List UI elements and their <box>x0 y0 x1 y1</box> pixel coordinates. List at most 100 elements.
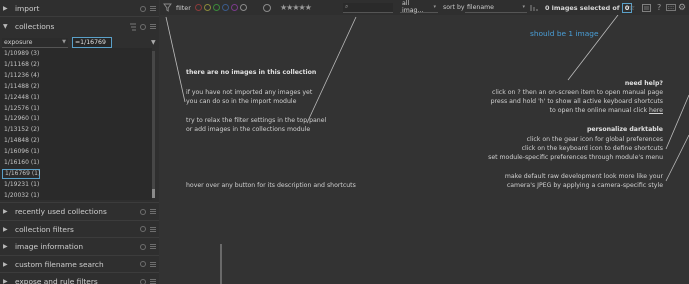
divider <box>0 16 159 17</box>
rule-value-input[interactable]: =1/16769 <box>72 37 112 48</box>
personalize-line: click on the keyboard icon to define sho… <box>521 145 663 152</box>
sort-select[interactable]: filename ▾ <box>465 0 527 15</box>
reset-circle-icon[interactable] <box>139 260 147 268</box>
filter-label: filter <box>176 3 191 12</box>
personalize-title: personalize darktable <box>586 126 663 133</box>
module-header[interactable]: ▶ custom filename search <box>0 257 159 272</box>
reset-circle-icon[interactable] <box>139 278 147 284</box>
reset-circle-icon[interactable] <box>139 5 147 13</box>
empty-hint-line: you can do so in the import module <box>186 98 297 105</box>
collection-item[interactable]: 1/12448 (1) <box>2 93 150 103</box>
triangle-right-icon: ▶ <box>3 278 8 284</box>
grouping-icon[interactable] <box>642 0 651 15</box>
empty-collection-title: there are no images in this collection <box>186 69 317 76</box>
presets-menu-icon[interactable] <box>149 5 157 13</box>
collection-item[interactable]: 1/13152 (2) <box>2 125 150 135</box>
module-header[interactable]: ▶ collection filters <box>0 222 159 237</box>
help-line-text: to open the online manual click <box>549 107 650 114</box>
color-label-filters <box>195 0 249 15</box>
presets-menu-icon[interactable] <box>149 278 157 284</box>
star-toolbar-icon[interactable]: ☆ <box>628 0 635 15</box>
rating-stars[interactable]: ★★★★★ <box>280 0 312 15</box>
triangle-right-icon: ▶ <box>3 243 8 251</box>
rule-property-select[interactable]: exposure ▼ <box>2 37 68 48</box>
online-manual-link[interactable]: here <box>649 107 663 114</box>
reset-circle-icon[interactable] <box>139 23 147 31</box>
filter-value: all imag... <box>402 0 424 14</box>
arrow-to-help <box>567 15 619 81</box>
collection-item[interactable]: 1/11488 (2) <box>2 82 150 92</box>
reset-circle-icon[interactable] <box>139 243 147 251</box>
presets-menu-icon[interactable] <box>149 243 157 251</box>
images-selected-text: 0 images selected of <box>545 3 620 12</box>
collection-item[interactable]: 1/16096 (1) <box>2 147 150 157</box>
module-header[interactable]: ▶ image information <box>0 239 159 254</box>
filter-funnel-icon[interactable] <box>163 0 172 15</box>
chevron-down-icon: ▼ <box>62 39 66 45</box>
triangle-right-icon: ▶ <box>3 208 8 215</box>
all-labels-icon[interactable] <box>240 4 247 11</box>
collection-item[interactable]: 1/20032 (1) <box>2 191 150 201</box>
chevron-down-icon: ▾ <box>433 4 436 10</box>
reject-circle-icon[interactable] <box>263 0 271 15</box>
purple-label-icon[interactable] <box>231 4 238 11</box>
relax-hint-line: or add images in the collections module <box>186 126 311 133</box>
module-header[interactable]: ▶ expose and rule filters <box>0 274 159 284</box>
star-icon: ★★★★★ <box>280 3 312 12</box>
sort-icon[interactable] <box>129 23 137 31</box>
reset-circle-icon[interactable] <box>139 225 147 233</box>
scrollbar-thumb[interactable] <box>152 189 155 198</box>
rule-property-value: exposure <box>4 38 33 46</box>
reset-circle-icon[interactable] <box>139 208 147 216</box>
collection-item[interactable]: 1/10989 (3) <box>2 49 150 59</box>
presets-menu-icon[interactable] <box>149 208 157 216</box>
list-scrollbar[interactable] <box>152 51 155 198</box>
help-line: press and hold 'h' to show all active ke… <box>490 98 663 105</box>
collection-item[interactable]: 1/14848 (2) <box>2 136 150 146</box>
personalize-line: set module-specific preferences through … <box>488 154 663 161</box>
divider <box>0 219 159 221</box>
module-label: collection filters <box>15 224 74 234</box>
gear-icon[interactable]: ⚙ <box>678 0 686 15</box>
sort-direction-icon[interactable] <box>530 0 538 15</box>
module-import[interactable]: ▶ import <box>0 1 159 16</box>
sort-label: sort by <box>443 4 465 11</box>
keyboard-icon[interactable] <box>666 0 676 15</box>
triangle-right-icon: ▶ <box>3 225 8 233</box>
blue-label-icon[interactable] <box>222 4 229 11</box>
module-collections[interactable]: ▼ collections <box>0 19 159 34</box>
images-selected-status: 0 images selected of 0 <box>545 0 633 15</box>
collection-item[interactable]: 1/11168 (2) <box>2 60 150 70</box>
top-toolbar: filter ★★★★★ ⌕ all imag... ▾ sort by fil… <box>160 0 689 15</box>
module-label: collections <box>15 22 55 31</box>
chevron-down-icon: ▾ <box>522 4 525 10</box>
rule-menu-icon[interactable]: ▼ <box>151 39 156 46</box>
green-label-icon[interactable] <box>213 4 220 11</box>
sort-value: filename <box>467 3 494 11</box>
raw-style-line: make default raw development look more l… <box>504 173 663 180</box>
collection-item-selected[interactable]: 1/16769 (1) <box>2 168 40 179</box>
collection-item[interactable]: 1/12576 (1) <box>2 104 150 114</box>
red-label-icon[interactable] <box>195 4 202 11</box>
raw-style-line: camera's JPEG by applying a camera-speci… <box>506 182 663 189</box>
filter-select[interactable]: all imag... ▾ <box>400 0 438 15</box>
collection-item[interactable]: 1/19231 (1) <box>2 180 150 190</box>
collection-item[interactable]: 1/12960 (1) <box>2 114 150 124</box>
presets-menu-icon[interactable] <box>149 260 157 268</box>
help-title: need help? <box>624 80 663 87</box>
module-header[interactable]: ▶ recently used collections <box>0 204 159 219</box>
arrow-to-collections <box>165 16 186 103</box>
module-label: recently used collections <box>15 207 107 216</box>
yellow-label-icon[interactable] <box>204 4 211 11</box>
collection-item[interactable]: 1/16160 (1) <box>2 158 150 168</box>
module-label: import <box>15 4 40 13</box>
presets-menu-icon[interactable] <box>149 23 157 31</box>
search-field[interactable]: ⌕ <box>343 0 393 15</box>
triangle-down-icon: ▼ <box>3 23 8 30</box>
module-label: image information <box>15 242 84 252</box>
divider <box>0 202 159 203</box>
divider <box>0 272 159 274</box>
presets-menu-icon[interactable] <box>149 225 157 233</box>
help-icon[interactable]: ? <box>657 0 661 15</box>
collection-item[interactable]: 1/11236 (4) <box>2 71 150 81</box>
